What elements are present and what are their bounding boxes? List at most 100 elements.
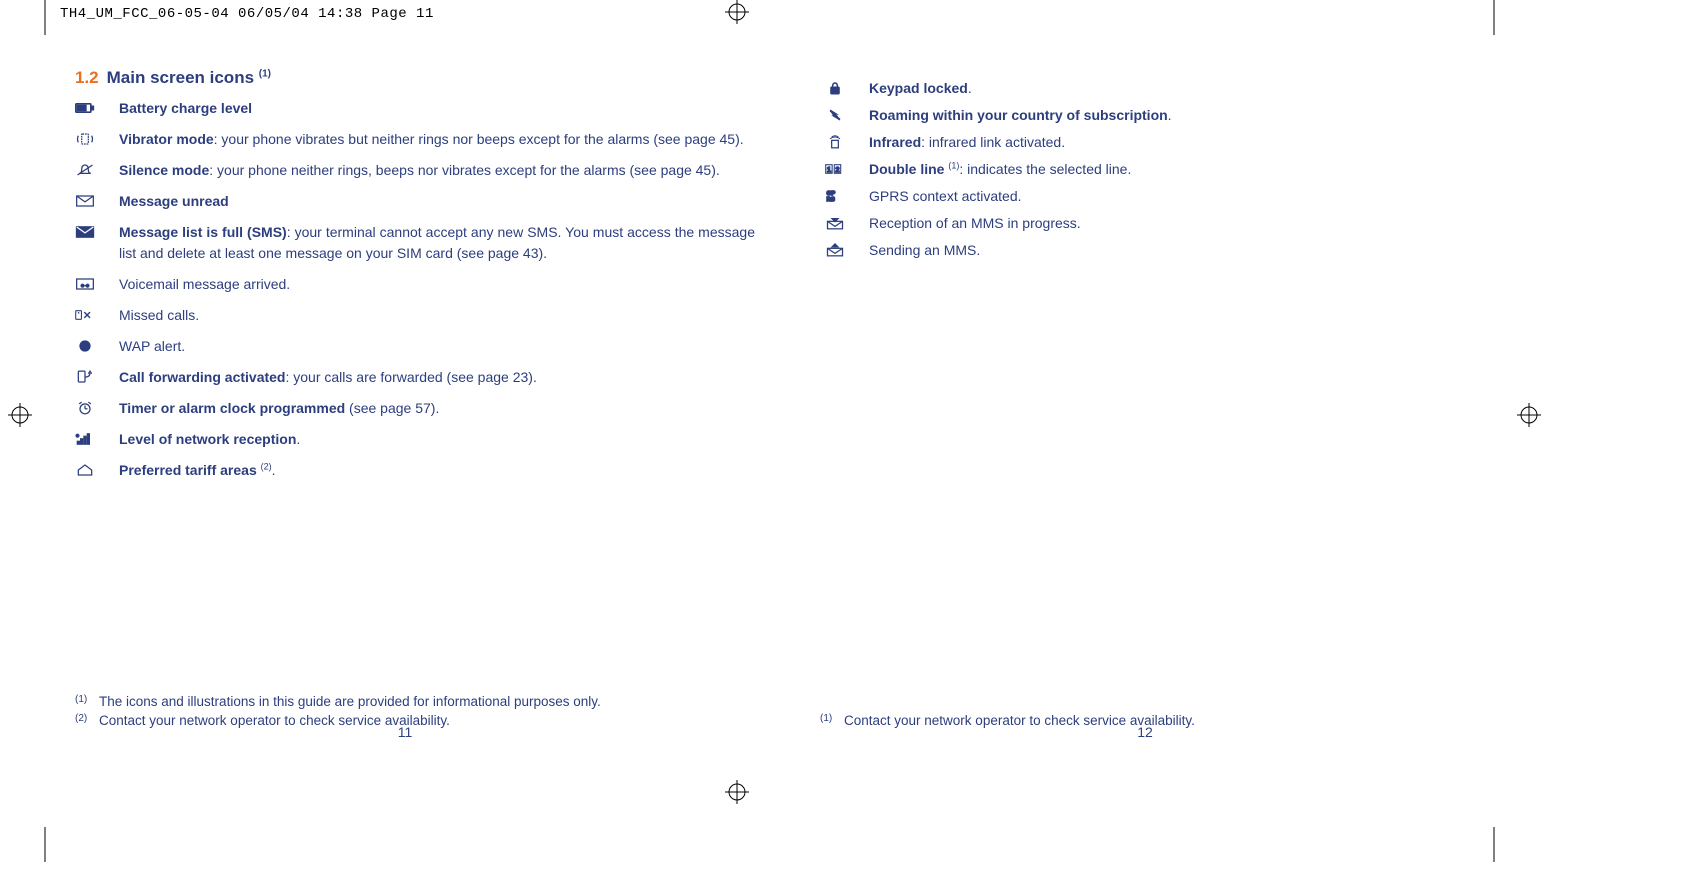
icon-description: Timer or alarm clock programmed (see pag… bbox=[119, 398, 755, 419]
svg-text:@: @ bbox=[81, 342, 88, 351]
page-spread: TH4_UM_FCC_06-05-04 06/05/04 14:38 Page … bbox=[0, 0, 1684, 892]
voicemail-icon bbox=[75, 274, 119, 292]
icon-definition-row: Vibrator mode: your phone vibrates but n… bbox=[75, 129, 755, 150]
icon-definition-row: Missed calls. bbox=[75, 305, 755, 326]
desc-bold: Keypad locked bbox=[869, 80, 968, 96]
page-number-right: 12 bbox=[1130, 724, 1160, 740]
icon-definition-row: Message list is full (SMS): your termina… bbox=[75, 222, 755, 264]
missed-icon bbox=[75, 305, 119, 323]
desc-rest: . bbox=[296, 431, 300, 447]
icon-description: Battery charge level bbox=[119, 98, 755, 119]
silence-icon bbox=[75, 160, 119, 178]
crop-mark-top-left bbox=[35, 0, 55, 40]
battery-icon bbox=[75, 98, 119, 116]
desc-rest: WAP alert. bbox=[119, 338, 185, 354]
icon-description: Message list is full (SMS): your termina… bbox=[119, 222, 755, 264]
desc-rest: : your phone vibrates but neither rings … bbox=[214, 131, 744, 147]
icon-definition-row: Message unread bbox=[75, 191, 755, 212]
desc-rest: Sending an MMS. bbox=[869, 242, 980, 258]
icon-definition-row: 12Double line (1): indicates the selecte… bbox=[825, 159, 1505, 180]
icon-description: Missed calls. bbox=[119, 305, 755, 326]
crop-mark-top-right bbox=[1484, 0, 1504, 40]
icon-list-right: Keypad locked.Roaming within your countr… bbox=[825, 78, 1505, 261]
right-page-content: Keypad locked.Roaming within your countr… bbox=[825, 68, 1505, 491]
crop-mark-bottom-right bbox=[1484, 822, 1504, 862]
desc-rest: Missed calls. bbox=[119, 307, 199, 323]
envelope-fill-icon bbox=[75, 222, 119, 240]
icon-definition-row: Preferred tariff areas (2). bbox=[75, 460, 755, 481]
svg-text:RS: RS bbox=[827, 197, 835, 203]
icon-description: Call forwarding activated: your calls ar… bbox=[119, 367, 755, 388]
section-heading: 1.2Main screen icons (1) bbox=[75, 68, 755, 88]
icon-definition-row: Silence mode: your phone neither rings, … bbox=[75, 160, 755, 181]
desc-bold: Level of network reception bbox=[119, 431, 296, 447]
desc-rest: : your phone neither rings, beeps nor vi… bbox=[209, 162, 720, 178]
desc-bold: Message list is full (SMS) bbox=[119, 224, 287, 240]
icon-description: WAP alert. bbox=[119, 336, 755, 357]
home-icon bbox=[75, 460, 119, 478]
icon-description: Sending an MMS. bbox=[869, 240, 1505, 261]
icon-description: Infrared: infrared link activated. bbox=[869, 132, 1505, 153]
icon-definition-row: Voicemail message arrived. bbox=[75, 274, 755, 295]
mms-out-icon bbox=[825, 240, 869, 258]
icon-description: GPRS context activated. bbox=[869, 186, 1505, 207]
register-mark-left bbox=[5, 395, 35, 435]
section-title: Main screen icons bbox=[107, 68, 254, 87]
footnote: (1)Contact your network operator to chec… bbox=[820, 712, 1400, 730]
icon-description: Vibrator mode: your phone vibrates but n… bbox=[119, 129, 755, 150]
roaming-icon bbox=[825, 105, 869, 123]
footnote-mark: (2) bbox=[75, 712, 99, 730]
wap-icon: @ bbox=[75, 336, 119, 354]
footnote-text: The icons and illustrations in this guid… bbox=[99, 693, 601, 711]
desc-rest: : infrared link activated. bbox=[921, 134, 1065, 150]
footnotes-right: (1)Contact your network operator to chec… bbox=[820, 712, 1400, 732]
register-mark-top bbox=[717, 0, 757, 30]
desc-rest: : your calls are forwarded (see page 23)… bbox=[285, 369, 536, 385]
pdf-header-info: TH4_UM_FCC_06-05-04 06/05/04 14:38 Page … bbox=[60, 6, 434, 22]
icon-definition-row: Battery charge level bbox=[75, 98, 755, 119]
double-line-icon: 12 bbox=[825, 159, 869, 177]
desc-rest: . bbox=[968, 80, 972, 96]
icon-definition-row: Keypad locked. bbox=[825, 78, 1505, 99]
icon-description: Level of network reception. bbox=[119, 429, 755, 450]
icon-definition-row: Timer or alarm clock programmed (see pag… bbox=[75, 398, 755, 419]
desc-bold: Preferred tariff areas bbox=[119, 462, 261, 478]
forward-icon bbox=[75, 367, 119, 385]
icon-description: Roaming within your country of subscript… bbox=[869, 105, 1505, 126]
alarm-icon bbox=[75, 398, 119, 416]
icon-description: Reception of an MMS in progress. bbox=[869, 213, 1505, 234]
desc-bold: Vibrator mode bbox=[119, 131, 214, 147]
icon-definition-row: Roaming within your country of subscript… bbox=[825, 105, 1505, 126]
svg-text:2: 2 bbox=[836, 166, 840, 174]
desc-bold: Double line bbox=[869, 161, 948, 177]
desc-rest: . bbox=[272, 462, 276, 478]
footnote: (1)The icons and illustrations in this g… bbox=[75, 693, 755, 711]
page-number-left: 11 bbox=[390, 724, 420, 740]
desc-rest: Voicemail message arrived. bbox=[119, 276, 290, 292]
icon-definition-row: Level of network reception. bbox=[75, 429, 755, 450]
desc-bold: Infrared bbox=[869, 134, 921, 150]
infrared-icon bbox=[825, 132, 869, 150]
envelope-icon bbox=[75, 191, 119, 209]
icon-description: Voicemail message arrived. bbox=[119, 274, 755, 295]
footnote-mark: (1) bbox=[75, 693, 99, 711]
icon-definition-row: GPRSGPRS context activated. bbox=[825, 186, 1505, 207]
register-mark-bottom bbox=[717, 777, 757, 807]
icon-description: Double line (1): indicates the selected … bbox=[869, 159, 1505, 180]
icon-list-left: Battery charge levelVibrator mode: your … bbox=[75, 98, 755, 481]
desc-rest: GPRS context activated. bbox=[869, 188, 1022, 204]
desc-bold: Battery charge level bbox=[119, 100, 252, 116]
desc-bold: Roaming within your country of subscript… bbox=[869, 107, 1168, 123]
desc-footnote-ref: (1) bbox=[948, 160, 959, 170]
desc-bold: Message unread bbox=[119, 193, 229, 209]
desc-rest: Reception of an MMS in progress. bbox=[869, 215, 1081, 231]
icon-definition-row: @ WAP alert. bbox=[75, 336, 755, 357]
icon-description: Silence mode: your phone neither rings, … bbox=[119, 160, 755, 181]
desc-bold: Call forwarding activated bbox=[119, 369, 285, 385]
icon-definition-row: Infrared: infrared link activated. bbox=[825, 132, 1505, 153]
vibrate-icon bbox=[75, 129, 119, 147]
desc-bold: Silence mode bbox=[119, 162, 209, 178]
desc-rest: . bbox=[1168, 107, 1172, 123]
desc-bold: Timer or alarm clock programmed bbox=[119, 400, 345, 416]
left-page-content: 1.2Main screen icons (1) Battery charge … bbox=[75, 68, 755, 491]
